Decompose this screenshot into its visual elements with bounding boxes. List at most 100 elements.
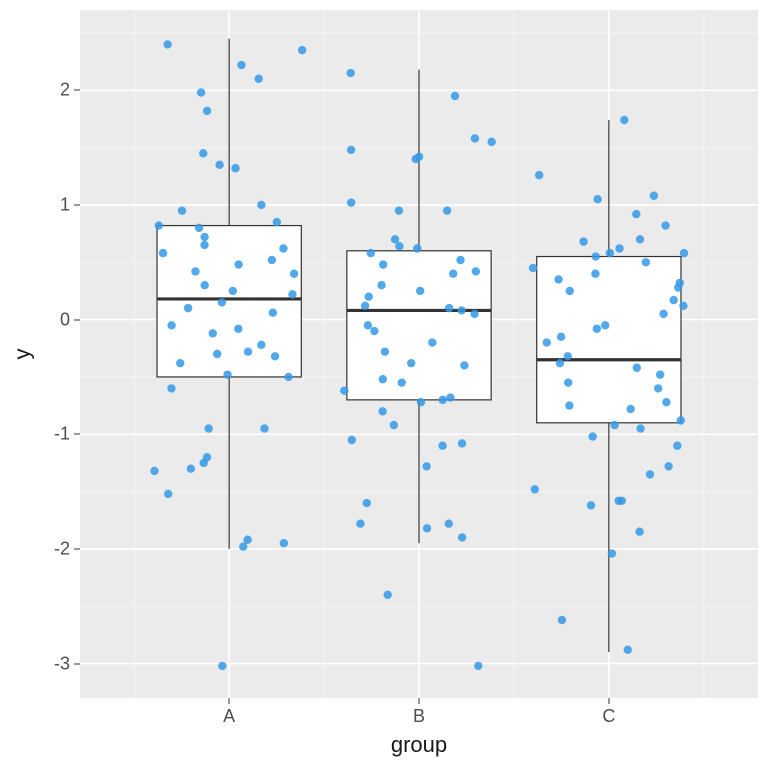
jitter-point — [565, 401, 573, 409]
jitter-point — [234, 325, 242, 333]
jitter-point — [218, 662, 226, 670]
jitter-point — [363, 499, 371, 507]
jitter-point — [365, 292, 373, 300]
jitter-point — [535, 171, 543, 179]
jitter-point — [471, 134, 479, 142]
plot-panel — [80, 10, 758, 698]
jitter-point — [271, 352, 279, 360]
jitter-point — [615, 244, 623, 252]
y-tick-label: -3 — [54, 653, 70, 674]
jitter-point — [428, 338, 436, 346]
jitter-point — [587, 501, 595, 509]
jitter-point — [364, 321, 372, 329]
jitter-point — [340, 386, 348, 394]
jitter-point — [661, 221, 669, 229]
jitter-point — [413, 244, 421, 252]
jitter-point — [674, 283, 682, 291]
jitter-point — [579, 237, 587, 245]
jitter-point — [347, 69, 355, 77]
jitter-point — [159, 249, 167, 257]
jitter-point — [200, 281, 208, 289]
jitter-point — [279, 244, 287, 252]
jitter-point — [679, 302, 687, 310]
jitter-point — [474, 662, 482, 670]
jitter-point — [284, 373, 292, 381]
jitter-point — [664, 462, 672, 470]
jitter-point — [417, 398, 425, 406]
jitter-point — [659, 310, 667, 318]
jitter-point — [445, 304, 453, 312]
jitter-point — [593, 195, 601, 203]
jitter-point — [451, 92, 459, 100]
jitter-point — [610, 421, 618, 429]
jitter-point — [460, 361, 468, 369]
jitter-point — [268, 256, 276, 264]
y-axis-ticks: -3-2-1012 — [36, 10, 80, 698]
jitter-point — [379, 375, 387, 383]
plot-svg — [80, 10, 758, 698]
jitter-point — [472, 267, 480, 275]
jitter-point — [591, 270, 599, 278]
jitter-point — [290, 270, 298, 278]
x-tick-label: A — [223, 706, 235, 727]
jitter-point — [438, 442, 446, 450]
jitter-point — [620, 116, 628, 124]
jitter-point — [155, 221, 163, 229]
jitter-point — [398, 378, 406, 386]
y-axis-title-text: y — [9, 349, 35, 360]
jitter-point — [457, 306, 465, 314]
jitter-point — [390, 421, 398, 429]
y-tick-label: 2 — [60, 80, 70, 101]
jitter-point — [593, 325, 601, 333]
jitter-point — [199, 149, 207, 157]
jitter-point — [635, 528, 643, 536]
jitter-point — [618, 497, 626, 505]
jitter-point — [203, 107, 211, 115]
jitter-point — [215, 161, 223, 169]
y-tick-label: 1 — [60, 194, 70, 215]
jitter-point — [378, 407, 386, 415]
jitter-point — [254, 75, 262, 83]
jitter-point — [443, 206, 451, 214]
jitter-point — [191, 267, 199, 275]
jitter-point — [257, 201, 265, 209]
jitter-point — [556, 359, 564, 367]
jitter-point — [370, 327, 378, 335]
jitter-point — [260, 424, 268, 432]
jitter-point — [243, 536, 251, 544]
jitter-point — [381, 348, 389, 356]
y-tick-label: -2 — [54, 538, 70, 559]
jitter-point — [273, 218, 281, 226]
x-tick-mark — [608, 698, 609, 704]
y-tick-label: -1 — [54, 424, 70, 445]
jitter-point — [184, 304, 192, 312]
jitter-point — [566, 287, 574, 295]
jitter-point — [379, 260, 387, 268]
jitter-point — [445, 520, 453, 528]
jitter-point — [411, 155, 419, 163]
x-axis-title-text: group — [391, 732, 447, 757]
jitter-point — [163, 40, 171, 48]
y-axis-title: y — [8, 0, 36, 708]
jitter-point — [200, 233, 208, 241]
jitter-point — [347, 146, 355, 154]
jitter-point — [646, 470, 654, 478]
jitter-point — [601, 321, 609, 329]
jitter-point — [197, 88, 205, 96]
jitter-point — [195, 224, 203, 232]
x-tick-label: B — [413, 706, 425, 727]
jitter-point — [348, 436, 356, 444]
jitter-point — [422, 462, 430, 470]
x-axis-ticks: ABC — [80, 698, 758, 728]
jitter-point — [244, 348, 252, 356]
jitter-point — [416, 287, 424, 295]
jitter-point — [557, 333, 565, 341]
jitter-point — [608, 549, 616, 557]
jitter-point — [588, 432, 596, 440]
jitter-point — [204, 424, 212, 432]
jitter-point — [407, 359, 415, 367]
jitter-point — [543, 338, 551, 346]
jitter-point — [178, 206, 186, 214]
jitter-point — [229, 287, 237, 295]
jitter-point — [677, 416, 685, 424]
